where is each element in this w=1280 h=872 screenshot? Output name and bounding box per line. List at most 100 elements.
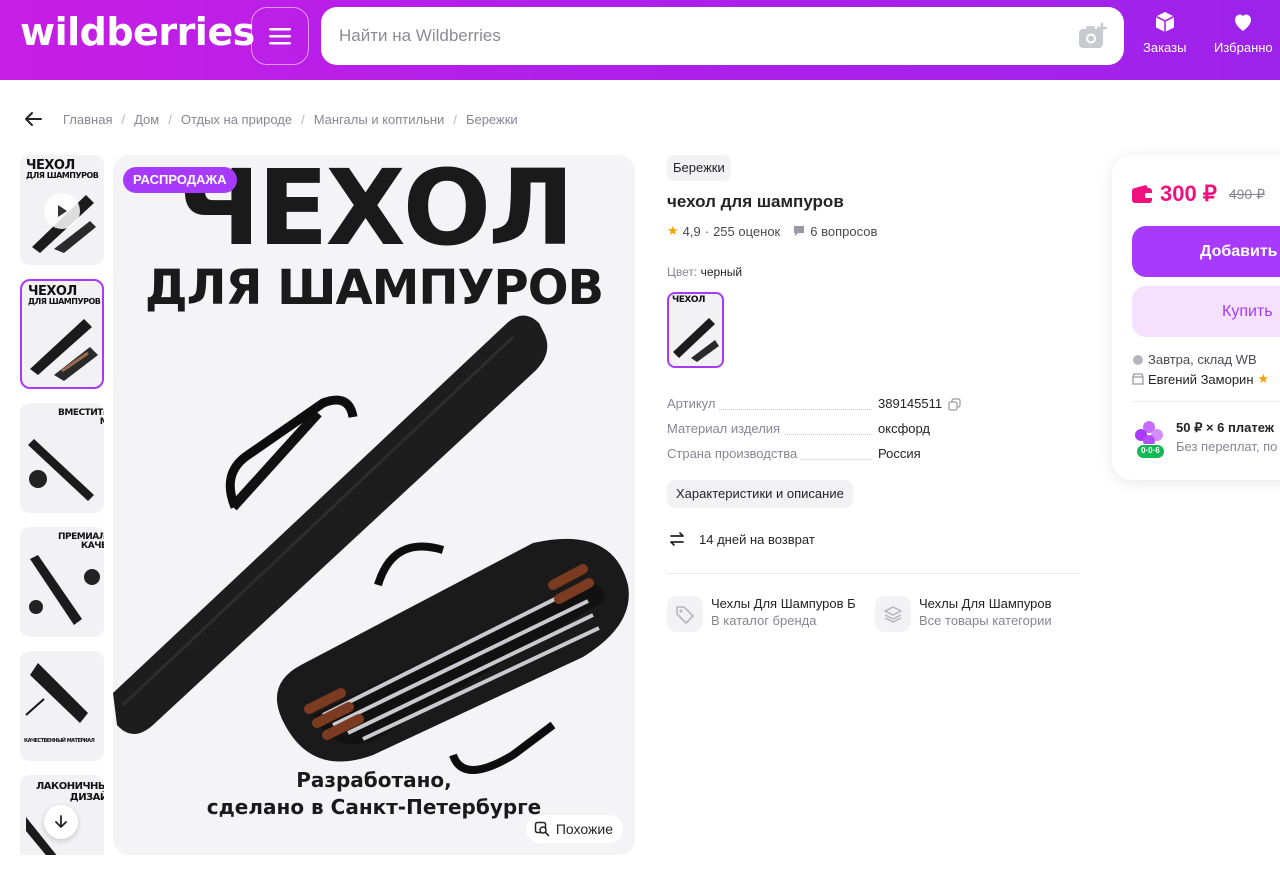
rating-value: 4,9 xyxy=(682,223,701,239)
bag-thumbnail-image xyxy=(28,439,94,501)
color-label: Цвет: xyxy=(667,265,698,279)
param-name: Материал изделия xyxy=(667,421,785,436)
breadcrumb: Главная / Дом / Отдых на природе / Манга… xyxy=(22,108,518,130)
thumb-subtitle: ДЛЯ ШАМПУРОВ xyxy=(26,171,99,180)
gallery-thumb[interactable]: ЧЕХОЛ ДЛЯ ШАМПУРОВ xyxy=(20,155,104,265)
return-policy: 14 дней на возврат xyxy=(667,529,815,549)
tag-icon xyxy=(676,606,695,624)
brand-chip[interactable]: Бережки xyxy=(667,155,731,181)
category-link-subtitle: Все товары категории xyxy=(919,613,1052,628)
color-option-black[interactable]: ЧЕХОЛ xyxy=(667,292,724,368)
search-input[interactable] xyxy=(339,7,1039,65)
color-option-title: ЧЕХОЛ xyxy=(672,295,706,305)
thumbnails-scroll-down-button[interactable] xyxy=(44,805,78,839)
wildberries-logo[interactable]: wildberries xyxy=(20,10,255,54)
brand-link-subtitle: В каталог бренда xyxy=(711,613,817,628)
similar-label: Похожие xyxy=(555,821,613,837)
gallery-thumb[interactable]: КАЧЕСТВЕННЫЙ МАТЕРИАЛ xyxy=(20,651,104,761)
orders-button[interactable]: Заказы xyxy=(1143,10,1186,55)
questions-count[interactable]: 6 вопросов xyxy=(810,224,877,239)
image-caption: Разработано, сделано в Санкт-Петербурге xyxy=(113,767,635,821)
bag-thumbnail-image xyxy=(30,319,98,381)
menu-button[interactable] xyxy=(251,7,309,65)
category-link[interactable]: Чехлы Для Шампуров Все товары категории xyxy=(875,596,1080,632)
back-arrow-icon[interactable] xyxy=(22,108,44,130)
breadcrumb-item-outdoor[interactable]: Отдых на природе xyxy=(181,112,292,127)
layers-icon xyxy=(884,606,902,623)
star-icon: ★ xyxy=(1257,371,1270,386)
old-price: 490 ₽ xyxy=(1228,185,1265,202)
brand-catalog-link[interactable]: Чехлы Для Шампуров Б В каталог бренда xyxy=(667,596,862,632)
param-value: оксфорд xyxy=(878,421,931,436)
add-to-cart-button[interactable]: Добавить xyxy=(1132,226,1280,277)
gallery-thumb[interactable]: ПРЕМИАЛЬНОЕ КАЧЕСТВО xyxy=(20,527,104,637)
gallery-thumb[interactable]: ВМЕСТИТЕЛЬНАЯ МОДЕЛЬ xyxy=(20,403,104,513)
bag-thumbnail-image xyxy=(673,318,719,362)
param-value: 389145511 xyxy=(878,396,961,411)
similar-button[interactable]: Похожие xyxy=(525,815,623,843)
thumb-title: ЛАКОНИЧНЫЙ ДИЗАЙН xyxy=(36,781,104,803)
bag-thumbnail-image xyxy=(25,663,88,723)
seller-info[interactable]: Евгений Заморин ★ xyxy=(1132,371,1269,387)
return-policy-label: 14 дней на возврат xyxy=(699,531,815,547)
breadcrumb-item-brand[interactable]: Бережки xyxy=(466,112,518,127)
buy-now-button[interactable]: Купить xyxy=(1132,286,1280,337)
article-number: 389145511 xyxy=(878,396,943,411)
play-video-icon[interactable] xyxy=(44,193,80,229)
bag-product-image xyxy=(113,315,629,774)
color-value: черный xyxy=(700,265,743,279)
image-caption-line1: Разработано, xyxy=(296,768,452,792)
gallery-thumb-active[interactable]: ЧЕХОЛ ДЛЯ ШАМПУРОВ xyxy=(20,279,104,389)
product-title: чехол для шампуров xyxy=(667,192,844,211)
thumb-subtitle: ДЛЯ ШАМПУРОВ xyxy=(28,297,101,306)
arrow-down-icon xyxy=(55,815,67,828)
camera-search-icon[interactable] xyxy=(1078,22,1108,50)
installment-badge: 0·0·6 xyxy=(1136,444,1165,459)
return-arrows-icon xyxy=(670,532,684,546)
delivery-label: Завтра, склад WB xyxy=(1148,352,1257,367)
current-price: 300 ₽ xyxy=(1160,181,1217,206)
gallery-thumbnails: ЧЕХОЛ ДЛЯ ШАМПУРОВ ЧЕХОЛ ДЛЯ ШАМПУРОВ ВМ… xyxy=(20,155,104,855)
heart-icon xyxy=(1235,14,1252,31)
thumb-title: ВМЕСТИТЕЛЬНАЯ МОДЕЛЬ xyxy=(58,408,104,427)
param-value: Россия xyxy=(878,446,921,461)
orders-label: Заказы xyxy=(1143,40,1187,55)
search-bar xyxy=(321,7,1124,65)
installment-title: 50 ₽ × 6 платеж xyxy=(1176,420,1274,435)
brand-link-title: Чехлы Для Шампуров Б xyxy=(711,596,856,611)
shop-icon xyxy=(1132,373,1144,385)
characteristics-button[interactable]: Характеристики и описание xyxy=(667,480,853,508)
param-name: Артикул xyxy=(667,396,720,411)
breadcrumb-item-grills[interactable]: Мангалы и коптильни xyxy=(314,112,445,127)
box-icon xyxy=(1155,12,1175,32)
hamburger-icon xyxy=(269,28,291,45)
param-name: Страна производства xyxy=(667,446,802,461)
installment-icon: 0·0·6 xyxy=(1132,419,1166,463)
star-icon: ★ xyxy=(667,223,679,238)
buy-panel: 300 ₽ 490 ₽ Добавить Купить Завтра, скла… xyxy=(1112,155,1280,480)
bag-thumbnail-image xyxy=(29,555,100,625)
breadcrumb-item-dom[interactable]: Дом xyxy=(134,112,159,127)
reviews-count[interactable]: 255 оценок xyxy=(713,224,780,239)
installment-subtitle: Без переплат, по xyxy=(1176,439,1278,454)
favorites-label: Избранно xyxy=(1214,40,1273,55)
favorites-button[interactable]: Избранно xyxy=(1214,10,1273,55)
seller-name: Евгений Заморин xyxy=(1148,371,1254,387)
category-link-title: Чехлы Для Шампуров xyxy=(919,596,1052,611)
param-row: Страна производства Россия xyxy=(667,446,1080,471)
globe-icon xyxy=(1133,354,1143,365)
installment-offer[interactable]: 0·0·6 50 ₽ × 6 платеж Без переплат, по xyxy=(1132,419,1277,463)
rating-summary[interactable]: ★ 4,9 · 255 оценок 6 вопросов xyxy=(667,223,877,239)
delivery-info: Завтра, склад WB xyxy=(1132,352,1257,367)
divider xyxy=(667,573,1080,574)
product-params: Артикул 389145511 Материал изделия оксфо… xyxy=(667,396,1080,471)
copy-icon[interactable] xyxy=(948,398,961,411)
product-main-image[interactable]: ЧЕХОЛ ДЛЯ ШАМПУРОВ РАСПРОДАЖА Разработан… xyxy=(113,155,635,855)
wallet-icon xyxy=(1132,185,1153,203)
param-row: Материал изделия оксфорд xyxy=(667,421,1080,446)
sale-badge: РАСПРОДАЖА xyxy=(123,167,237,193)
thumb-title: ПРЕМИАЛЬНОЕ КАЧЕСТВО xyxy=(58,532,104,551)
color-selector-label: Цвет: черный xyxy=(667,265,742,279)
breadcrumb-item-home[interactable]: Главная xyxy=(63,112,112,127)
price-row: 300 ₽ 490 ₽ xyxy=(1132,181,1265,207)
